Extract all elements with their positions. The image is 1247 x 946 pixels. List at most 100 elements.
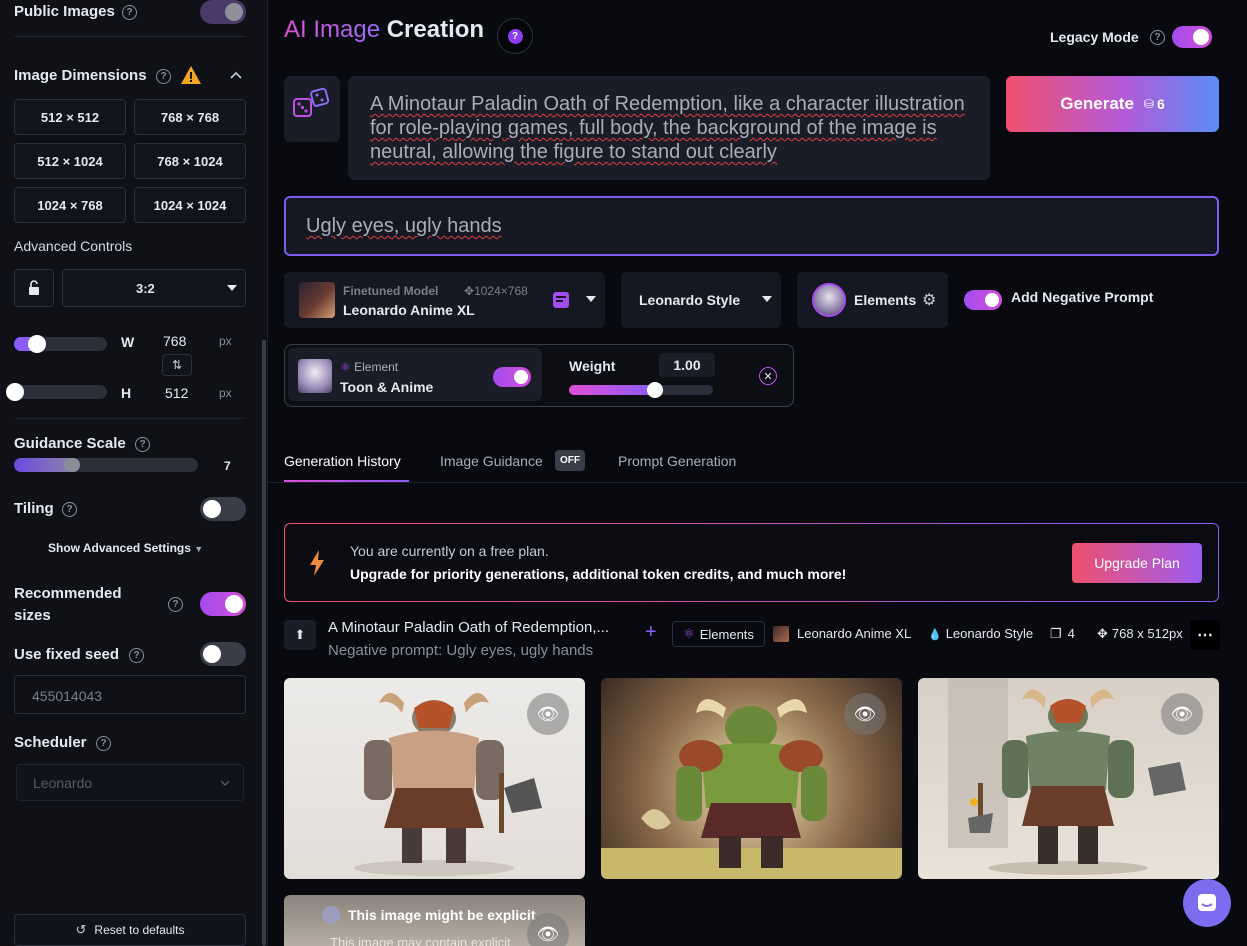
fixed-seed-toggle[interactable]	[200, 642, 246, 666]
generation-size: 768 x 512px	[1111, 626, 1183, 641]
upgrade-plan-button[interactable]: Upgrade Plan	[1072, 543, 1202, 583]
help-icon[interactable]: ?	[96, 736, 111, 751]
help-icon[interactable]: ?	[122, 5, 137, 20]
show-advanced-label: Show Advanced Settings	[48, 541, 191, 555]
gear-icon[interactable]: ⚙	[922, 290, 936, 310]
weight-slider[interactable]	[569, 382, 713, 398]
help-icon[interactable]: ?	[156, 69, 171, 84]
dim-512x1024-button[interactable]: 512 × 1024	[14, 143, 126, 179]
generated-image-3[interactable]: 👁	[918, 678, 1219, 879]
aspect-ratio-select[interactable]: 3:2	[62, 269, 246, 307]
banner-line2: Upgrade for priority generations, additi…	[350, 566, 847, 582]
elements-button[interactable]: Elements ⚙	[797, 272, 948, 328]
style-select[interactable]: Leonardo Style	[621, 272, 781, 328]
generation-elements-chip[interactable]: ⚛ Elements	[672, 621, 765, 647]
chevron-up-icon[interactable]	[230, 70, 242, 80]
generated-image-4-blurred[interactable]: This image might be explicit This image …	[284, 895, 585, 946]
reset-defaults-button[interactable]: ↺ Reset to defaults	[14, 914, 246, 946]
dim-512x512-button[interactable]: 512 × 512	[14, 99, 126, 135]
model-thumb-icon	[773, 626, 789, 642]
dim-768x1024-button[interactable]: 768 × 1024	[134, 143, 246, 179]
random-prompt-button[interactable]	[284, 76, 340, 142]
remove-element-icon[interactable]: ✕	[759, 367, 777, 385]
guidance-slider[interactable]	[14, 458, 198, 472]
element-toggle[interactable]	[493, 367, 531, 387]
public-images-toggle[interactable]	[200, 0, 246, 24]
eye-icon: 👁	[536, 923, 560, 944]
negative-prompt-toggle[interactable]	[964, 290, 1002, 310]
atom-icon: ⚛	[340, 360, 351, 374]
width-slider-handle[interactable]	[28, 335, 46, 353]
question-icon: ?	[507, 28, 523, 44]
lightning-icon	[310, 550, 324, 576]
sidebar-scrollbar[interactable]	[262, 340, 266, 946]
add-negative-prompt-label: Add Negative Prompt	[1011, 289, 1154, 305]
divider	[268, 482, 1247, 483]
dim-768x768-button[interactable]: 768 × 768	[134, 99, 246, 135]
seed-input[interactable]: 455014043	[14, 675, 246, 714]
guidance-scale-label: Guidance Scale	[14, 435, 126, 452]
generation-size-chip: ✥ 768 x 512px	[1097, 626, 1183, 642]
prompt-textarea[interactable]: A Minotaur Paladin Oath of Redemption, l…	[348, 76, 990, 180]
weight-value[interactable]: 1.00	[659, 353, 715, 377]
eye-icon: 👁	[853, 703, 877, 724]
elements-label: Elements	[854, 292, 917, 308]
scheduler-select[interactable]: Leonardo	[16, 764, 244, 801]
main-panel: AI Image Creation ? Legacy Mode ? A Mino…	[268, 0, 1247, 946]
weight-slider-handle[interactable]	[647, 382, 664, 398]
help-button[interactable]: ?	[497, 18, 533, 54]
height-slider[interactable]	[6, 383, 107, 401]
legacy-mode-label: Legacy Mode	[1050, 29, 1139, 45]
width-value[interactable]: 768	[163, 333, 186, 349]
reset-label: Reset to defaults	[94, 923, 185, 937]
lock-ratio-button[interactable]	[14, 269, 54, 307]
sidebar: Public Images ? Image Dimensions ? 512 ×…	[0, 0, 268, 946]
help-icon[interactable]: ?	[129, 648, 144, 663]
legacy-mode-toggle[interactable]	[1172, 26, 1212, 48]
help-icon[interactable]: ?	[1150, 30, 1165, 45]
dim-1024x768-button[interactable]: 1024 × 768	[14, 187, 126, 223]
view-image-button[interactable]: 👁	[1161, 693, 1203, 735]
warning-icon	[181, 66, 201, 84]
recommended-sizes-toggle[interactable]	[200, 592, 246, 616]
view-image-button[interactable]: 👁	[527, 693, 569, 735]
view-image-button[interactable]: 👁	[527, 913, 569, 946]
element-caption: ⚛ Element	[340, 360, 398, 374]
swap-dimensions-button[interactable]: ⇅	[162, 354, 192, 376]
more-options-button[interactable]: ⋯	[1190, 620, 1220, 650]
element-card: ⚛ Element Toon & Anime Weight 1.00 ✕	[284, 344, 794, 407]
help-icon[interactable]: ?	[168, 597, 183, 612]
show-advanced-settings-link[interactable]: Show Advanced Settings ▼	[48, 541, 203, 555]
arrow-up-icon: ⬆	[294, 627, 306, 642]
help-icon[interactable]: ?	[62, 502, 77, 517]
token-cost: 6	[1156, 96, 1165, 112]
support-chat-button[interactable]	[1183, 879, 1231, 927]
width-slider[interactable]	[14, 335, 107, 353]
height-value[interactable]: 512	[165, 385, 188, 401]
generated-image-1[interactable]: 👁	[284, 678, 585, 879]
generate-button[interactable]: Generate ⛁ 6	[1006, 76, 1219, 132]
plus-icon[interactable]: +	[645, 621, 657, 644]
model-details-icon[interactable]	[552, 291, 570, 309]
view-image-button[interactable]: 👁	[844, 693, 886, 735]
element-caption-text: Element	[354, 360, 399, 374]
generated-image-2[interactable]: 👁	[601, 678, 902, 879]
tiling-label: Tiling	[14, 500, 54, 517]
tab-prompt-generation[interactable]: Prompt Generation	[618, 453, 736, 469]
negative-prompt-input[interactable]: Ugly eyes, ugly hands	[284, 196, 1219, 256]
reuse-prompt-button[interactable]: ⬆	[284, 620, 316, 650]
help-icon[interactable]: ?	[135, 437, 150, 452]
token-icon: ⛁	[1143, 97, 1154, 111]
dim-1024x1024-button[interactable]: 1024 × 1024	[134, 187, 246, 223]
tab-image-guidance[interactable]: Image Guidance	[440, 453, 543, 469]
guidance-slider-handle[interactable]	[64, 458, 80, 472]
generation-prompt: A Minotaur Paladin Oath of Redemption,..…	[328, 619, 609, 636]
prompt-text: A Minotaur Paladin Oath of Redemption, l…	[370, 93, 965, 163]
reset-icon: ↺	[75, 922, 87, 937]
tiling-toggle[interactable]	[200, 497, 246, 521]
generation-negative: Negative prompt: Ugly eyes, ugly hands	[328, 642, 594, 659]
tab-generation-history[interactable]: Generation History	[284, 453, 401, 469]
model-select[interactable]: Finetuned Model Leonardo Anime XL ✥1024×…	[284, 272, 605, 328]
height-slider-handle[interactable]	[6, 383, 24, 401]
height-label: H	[121, 385, 132, 401]
